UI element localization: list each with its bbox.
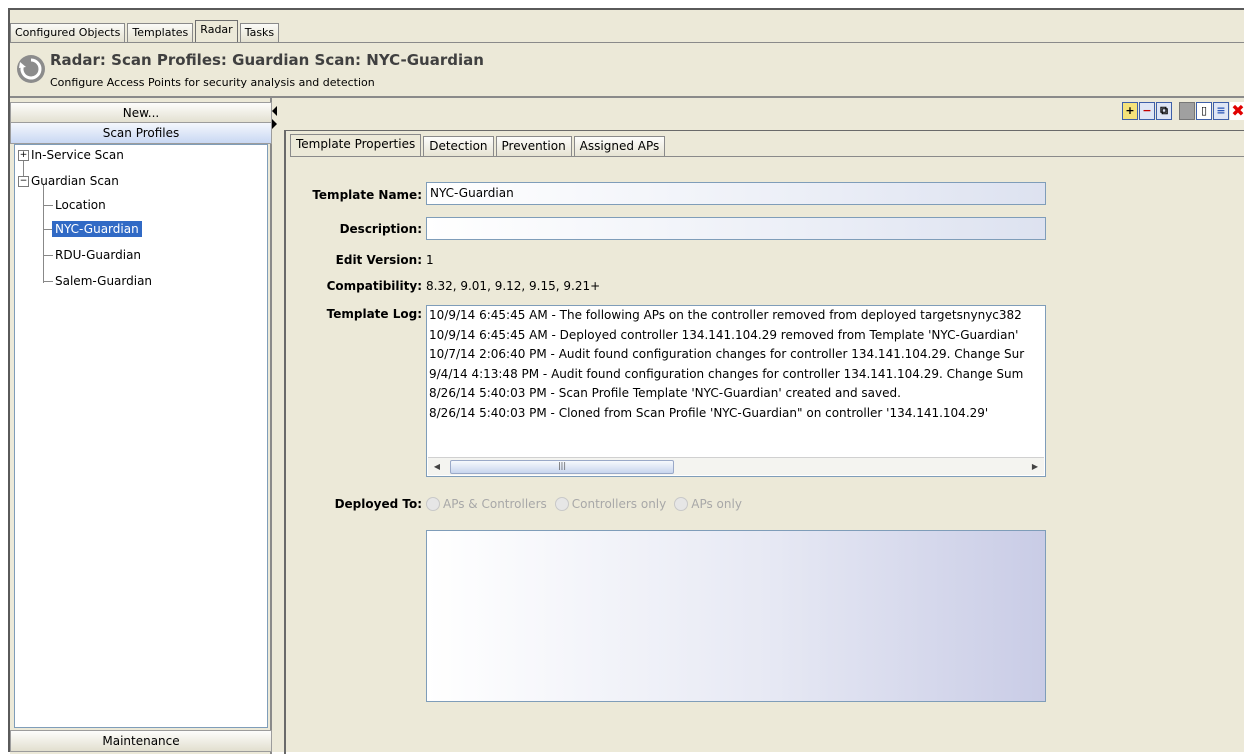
template-log-area[interactable]: 10/9/14 6:45:45 AM - The following APs o… xyxy=(426,305,1046,477)
compatibility-label: Compatibility: xyxy=(326,279,422,293)
tree-item-label: Location xyxy=(55,198,106,212)
maintenance-button[interactable]: Maintenance xyxy=(10,730,272,752)
tab-templates[interactable]: Templates xyxy=(127,23,194,42)
tree-item-location[interactable]: Location xyxy=(55,195,106,215)
tree-connector xyxy=(43,255,53,256)
scroll-left-icon[interactable]: ◀ xyxy=(430,460,444,473)
radio-label: APs & Controllers xyxy=(443,496,547,511)
tab-prevention[interactable]: Prevention xyxy=(495,136,572,156)
tree-item-guardian-scan[interactable]: − Guardian Scan xyxy=(18,171,119,191)
horizontal-scrollbar[interactable]: ◀ ||| ▶ xyxy=(428,457,1044,475)
scroll-thumb[interactable]: ||| xyxy=(450,460,674,474)
tree-item-nyc-guardian[interactable]: NYC-Guardian xyxy=(52,219,142,239)
radio-aps-and-controllers[interactable]: APs & Controllers xyxy=(426,497,547,512)
tree-item-label: In-Service Scan xyxy=(31,148,124,162)
log-entry: 9/4/14 4:13:48 PM - Audit found configur… xyxy=(429,366,1024,381)
tab-assigned-aps[interactable]: Assigned APs xyxy=(573,136,666,156)
scroll-right-icon[interactable]: ▶ xyxy=(1028,460,1042,473)
tree-connector xyxy=(43,205,53,206)
page-title: Radar: Scan Profiles: Guardian Scan: NYC… xyxy=(50,51,484,69)
main-tabs: Configured Objects Templates Radar Tasks xyxy=(10,20,281,42)
log-entry: 10/9/14 6:45:45 AM - Deployed controller… xyxy=(429,327,1019,342)
radio-controllers-only[interactable]: Controllers only xyxy=(554,496,667,512)
tab-template-properties[interactable]: Template Properties xyxy=(290,134,422,156)
radio-icon[interactable] xyxy=(674,497,689,512)
edit-version-label: Edit Version: xyxy=(335,253,422,267)
log-entry: 10/7/14 2:06:40 PM - Audit found configu… xyxy=(429,347,1025,361)
panel-splitter[interactable] xyxy=(272,106,280,129)
new-document-icon[interactable]: ▯ xyxy=(1196,102,1212,120)
log-entry: 8/26/14 5:40:03 PM - Scan Profile Templa… xyxy=(429,386,901,400)
disabled-icon[interactable] xyxy=(1179,102,1195,120)
radio-label: APs only xyxy=(691,496,742,511)
tab-divider xyxy=(290,156,1244,157)
tab-detection[interactable]: Detection xyxy=(423,136,494,156)
tree-item-salem-guardian[interactable]: Salem-Guardian xyxy=(55,271,152,291)
tree-item-rdu-guardian[interactable]: RDU-Guardian xyxy=(55,245,141,265)
copy-icon[interactable]: ⧉ xyxy=(1156,102,1172,120)
edit-version-value: 1 xyxy=(426,253,434,267)
tree-item-label: Guardian Scan xyxy=(31,174,119,188)
tree-item-label: RDU-Guardian xyxy=(55,248,142,262)
deployed-to-options: APs & Controllers Controllers only APs o… xyxy=(426,495,750,513)
expand-icon[interactable]: + xyxy=(18,150,29,161)
deployed-targets-list[interactable] xyxy=(426,530,1046,702)
toolbar: + − ⧉ ▯ ≡ ✖ xyxy=(1122,102,1244,120)
radio-aps-only[interactable]: APs only xyxy=(674,497,742,512)
collapse-left-icon[interactable] xyxy=(272,106,277,116)
template-tabs: Template Properties Detection Prevention… xyxy=(290,134,667,156)
page-subtitle: Configure Access Points for security ana… xyxy=(50,76,375,89)
expand-right-icon[interactable] xyxy=(272,119,277,129)
right-panel: + − ⧉ ▯ ≡ ✖ Template Properties Detectio… xyxy=(280,98,1244,754)
radio-icon[interactable] xyxy=(554,497,569,512)
deployed-to-label: Deployed To: xyxy=(334,497,422,511)
tab-tasks[interactable]: Tasks xyxy=(239,23,280,42)
log-entry: 8/26/14 5:40:03 PM - Cloned from Scan Pr… xyxy=(429,405,989,420)
tree-item-in-service-scan[interactable]: + In-Service Scan xyxy=(18,145,124,165)
tree-item-label: NYC-Guardian xyxy=(52,221,142,237)
description-label: Description: xyxy=(339,222,422,236)
remove-template-icon[interactable]: − xyxy=(1139,102,1155,120)
tab-configured-objects[interactable]: Configured Objects xyxy=(10,23,126,42)
tree-connector xyxy=(43,185,44,283)
tree-connector xyxy=(43,281,53,282)
new-button[interactable]: New... xyxy=(10,102,272,124)
description-field[interactable] xyxy=(426,217,1046,240)
tree-item-label: Salem-Guardian xyxy=(55,274,153,288)
page-header: Radar: Scan Profiles: Guardian Scan: NYC… xyxy=(10,43,1244,95)
radio-icon[interactable] xyxy=(426,497,440,512)
template-name-field[interactable]: NYC-Guardian xyxy=(426,182,1046,205)
scan-profiles-section[interactable]: Scan Profiles xyxy=(10,122,272,144)
app-window: Configured Objects Templates Radar Tasks… xyxy=(8,8,1244,754)
template-name-label: Template Name: xyxy=(312,188,422,202)
delete-icon[interactable]: ✖ xyxy=(1230,102,1244,120)
template-log-label: Template Log: xyxy=(326,307,422,321)
radar-logo-icon xyxy=(17,55,45,83)
compatibility-value: 8.32, 9.01, 9.12, 9.15, 9.21+ xyxy=(426,279,601,293)
left-panel: New... Scan Profiles + In-Service Scan − G… xyxy=(10,98,272,754)
radio-label: Controllers only xyxy=(571,496,667,511)
log-entry: 10/9/14 6:45:45 AM - The following APs o… xyxy=(429,308,1022,322)
tab-radar[interactable]: Radar xyxy=(195,20,238,42)
collapse-tree-icon[interactable]: − xyxy=(18,176,29,187)
scan-profile-tree: + In-Service Scan − Guardian Scan Location… xyxy=(14,144,268,728)
add-template-icon[interactable]: + xyxy=(1122,102,1138,120)
collapse-icon[interactable]: ≡ xyxy=(1213,102,1229,120)
